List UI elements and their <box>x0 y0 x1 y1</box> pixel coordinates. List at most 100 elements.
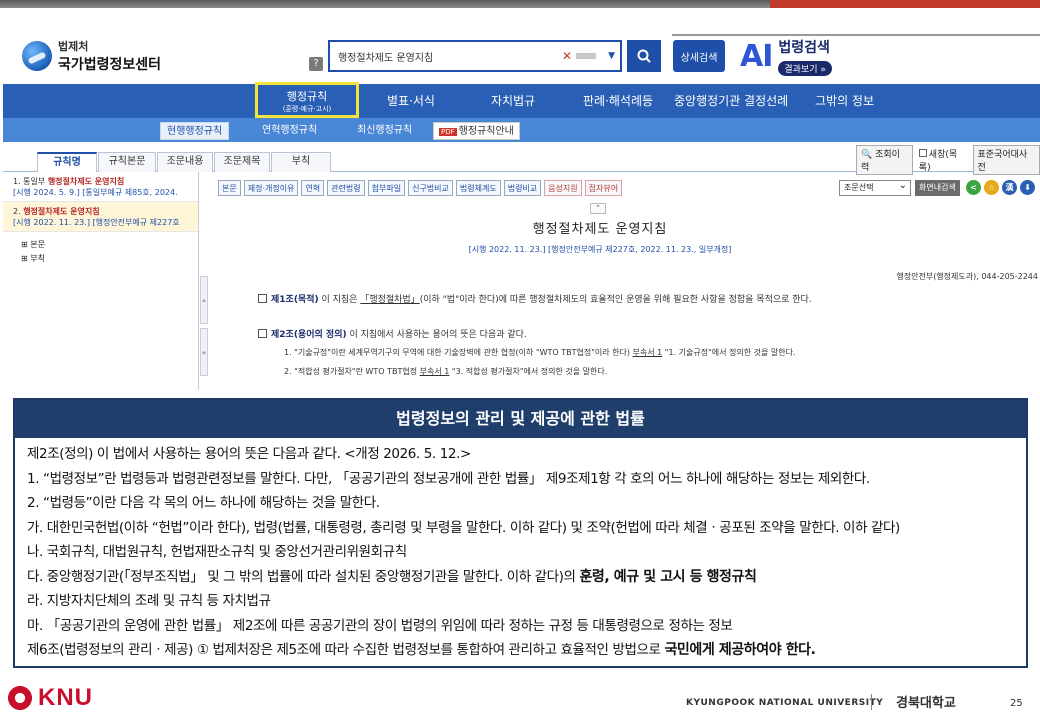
article-1-text-a: 이 지침은 <box>318 295 361 305</box>
list-item-selected[interactable]: 2. 행정절차제도 운영지침 [시행 2022. 11. 23.] [행정안전부… <box>3 202 198 232</box>
chevron-down-icon[interactable]: ▼ <box>608 51 615 61</box>
subnav-rules-guide[interactable]: PDF 행정규칙안내 <box>433 122 520 140</box>
tree-node-body[interactable]: ⊞ 본문 <box>21 238 198 252</box>
ai-logo-results[interactable]: 결과보기 » <box>778 61 832 76</box>
tab-article-title[interactable]: 조문제목 <box>214 152 270 172</box>
nav-active-sub: (훈령·예규·고시) <box>282 105 332 113</box>
share-icon[interactable]: < <box>966 180 981 195</box>
expand-right-handle[interactable]: » <box>200 328 208 376</box>
dictionary-button[interactable]: 표준국어대사전 <box>972 145 1040 175</box>
nav-active-label: 행정규칙 <box>286 90 328 103</box>
ai-search-logo[interactable]: AI 법령검색 결과보기 » <box>740 37 832 76</box>
fold-up-icon[interactable]: ⌃ <box>590 203 606 214</box>
toolbar-voice-button[interactable]: 음성지원 <box>544 180 582 196</box>
law-line-2: 1. “법령정보”란 법령등과 법령관련정보를 말한다. 다만, 「공공기관의 … <box>27 470 870 487</box>
pdf-icon: PDF <box>439 128 457 136</box>
search-input[interactable] <box>338 50 548 62</box>
law-line-5: 나. 국회규칙, 대법원규칙, 헌법재판소규칙 및 중앙선거관리위원회규칙 <box>27 544 407 560</box>
document-subtitle: [시행 2022. 11. 23.] [행정안전부예규 제227호, 2022.… <box>468 245 732 254</box>
subnav-latest-rules[interactable]: 최신행정규칙 <box>357 122 412 140</box>
nav-item-other[interactable]: 그밖의 정보 <box>815 84 874 118</box>
article-2-item-2-b: "3. 적합성 평가절차"에서 정의한 것을 말한다. <box>449 367 608 376</box>
nav-item-local-laws[interactable]: 자치법규 <box>491 84 535 118</box>
law-line-9-text: 제6조(법령정보의 관리ㆍ제공) ① 법제처장은 제5조에 따라 수집한 법령정… <box>27 642 665 658</box>
nav-item-admin-rules[interactable]: 행정규칙 (훈령·예규·고시) <box>255 82 359 118</box>
law-line-6: 다. 중앙행정기관(「정부조직법」 및 그 밖의 법률에 따라 설치된 중앙행정… <box>27 565 1026 590</box>
tab-rule-body[interactable]: 규칙본문 <box>98 152 156 172</box>
download-icon[interactable]: ⬇ <box>1020 180 1035 195</box>
article-2-item-1-b: "1. 기술규정"에서 정의한 것을 말한다. <box>662 348 796 357</box>
law-line-9-emphasis: 국민에게 제공하여야 한다. <box>664 642 816 658</box>
collapse-left-handle[interactable]: « <box>200 276 208 324</box>
top-strip <box>0 0 1040 8</box>
article-2-heading[interactable]: 제2조(용어의 정의) <box>271 327 347 340</box>
law-line-1: 제2조(정의) 이 법에서 사용하는 용어의 뜻은 다음과 같다. <개정 20… <box>27 446 471 462</box>
search-option-bar[interactable] <box>576 53 597 59</box>
article-select[interactable]: 조문선택 <box>839 179 911 196</box>
law-line-6-emphasis: 훈령, 예규 및 고시 등 행정규칙 <box>579 568 757 585</box>
nav-item-law[interactable]: 법령 <box>192 0 214 34</box>
list-item-name: 행정절차제도 운영지침 <box>23 207 100 216</box>
help-button[interactable]: ? <box>309 57 323 71</box>
toolbar-structure-button[interactable]: 법령체계도 <box>455 180 501 196</box>
toolbar-attachment-button[interactable]: 첨부파일 <box>367 180 406 196</box>
logo-small-text: 법제처 <box>58 40 89 53</box>
rule-list-panel: 1. 통일부 행정절차제도 운영지침 [시행 2024. 5. 9.] [통일부… <box>3 172 199 390</box>
hanja-icon[interactable]: 漢 <box>1002 180 1017 195</box>
clear-icon[interactable]: ✕ <box>562 49 572 63</box>
knu-logo: KNU <box>6 684 93 712</box>
list-item-prefix: 1. 통일부 <box>13 177 46 186</box>
article-2-text: 이 지침에서 사용하는 용어의 뜻은 다음과 같다. <box>346 330 527 340</box>
star-icon[interactable]: ☆ <box>984 180 999 195</box>
article-1: 제1조(목적) 이 지침은 「행정절차법」 (이하 "법"이라 한다)에 따른 … <box>258 292 812 305</box>
document-toolbar: 본문 제정·개정이유 연혁 관련법령 첨부파일 신구법비교 법령체계도 법령비교… <box>218 180 625 196</box>
article-2-item-1: 1. "기술규정"이란 세계무역기구의 무역에 대한 기술장벽에 관한 협정(이… <box>284 347 796 358</box>
tree-node-addenda[interactable]: ⊞ 부칙 <box>21 252 198 266</box>
new-window-toggle[interactable]: 새창(목록) <box>918 147 969 173</box>
right-tools: 🔍 조회이력 새창(목록) 표준국어대사전 <box>852 145 1040 175</box>
list-item-name: 행정절차제도 운영지침 <box>47 177 125 186</box>
article-2-item-2-link[interactable]: 부속서 1 <box>420 367 450 376</box>
toolbar-viewer-button[interactable]: 접자뷰어 <box>584 180 623 196</box>
nav-item-forms[interactable]: 별표·서식 <box>387 84 435 118</box>
university-name-en: KYUNGPOOK NATIONAL UNIVERSITY <box>686 698 884 708</box>
document-title: 행정절차제도 운영지침 <box>532 222 668 237</box>
footer-rule <box>672 34 1040 36</box>
search-box: ✕ ▼ <box>328 40 622 72</box>
search-button[interactable] <box>627 40 661 72</box>
new-window-checkbox[interactable] <box>918 149 927 157</box>
top-strip-accent <box>770 0 1040 8</box>
law-excerpt-box: 법령정보의 관리 및 제공에 관한 법률 제2조(정의) 이 법에서 사용하는 … <box>13 398 1028 668</box>
history-button[interactable]: 🔍 조회이력 <box>856 145 913 175</box>
toolbar-related-button[interactable]: 관련법령 <box>327 180 365 196</box>
advanced-search-button[interactable]: 상세검색 <box>673 40 725 72</box>
tab-rule-name[interactable]: 규칙명 <box>37 152 97 172</box>
site-logo[interactable]: 법제처 국가법령정보센터 <box>22 38 161 74</box>
nav-item-decisions[interactable]: 중앙행정기관 결정선례 <box>674 84 788 118</box>
law-line-9: 제6조(법령정보의 관리ㆍ제공) ① 법제처장은 제5조에 따라 수집한 법령정… <box>27 638 1026 663</box>
toolbar-body-button[interactable]: 본문 <box>218 180 241 196</box>
nav-item-precedents[interactable]: 판례·해석례등 <box>583 84 653 118</box>
article-1-heading[interactable]: 제1조(목적) <box>271 292 319 305</box>
university-name-ko: 경북대학교 <box>896 696 956 711</box>
article-1-link[interactable]: 「행정절차법」 <box>360 292 419 305</box>
article-2-item-2: 2. "적합성 평가절차"란 WTO TBT협정 부속서 1 "3. 적합성 평… <box>284 366 607 377</box>
list-item[interactable]: 1. 통일부 행정절차제도 운영지침 [시행 2024. 5. 9.] [통일부… <box>3 172 198 202</box>
article-1-checkbox[interactable] <box>258 294 267 303</box>
tab-addenda[interactable]: 부칙 <box>271 152 331 172</box>
toolbar-reason-button[interactable]: 제정·개정이유 <box>243 180 299 196</box>
toolbar-history-button[interactable]: 연혁 <box>301 180 325 196</box>
logo-icon <box>22 41 52 71</box>
subnav-history-rules[interactable]: 연혁행정규칙 <box>262 122 317 140</box>
article-2-item-2-a: 2. "적합성 평가절차"란 WTO TBT협정 <box>284 367 420 376</box>
toolbar-compare-old-new-button[interactable]: 신구법비교 <box>408 180 453 196</box>
law-line-7: 라. 지방자치단체의 조례 및 규칙 등 자치법규 <box>27 593 271 609</box>
in-page-search-button[interactable]: 화면내검색 <box>915 180 960 196</box>
ai-logo-title: 법령검색 <box>778 40 830 56</box>
tab-article-content[interactable]: 조문내용 <box>157 152 213 172</box>
law-line-6-text: 다. 중앙행정기관(「정부조직법」 및 그 밖의 법률에 따라 설치된 중앙행정… <box>27 568 580 585</box>
subnav-current-rules[interactable]: 현행행정규칙 <box>160 122 230 140</box>
toolbar-law-compare-button[interactable]: 법령비교 <box>503 180 542 196</box>
article-2-checkbox[interactable] <box>258 329 267 338</box>
article-2-item-1-link[interactable]: 부속서 1 <box>633 348 663 357</box>
